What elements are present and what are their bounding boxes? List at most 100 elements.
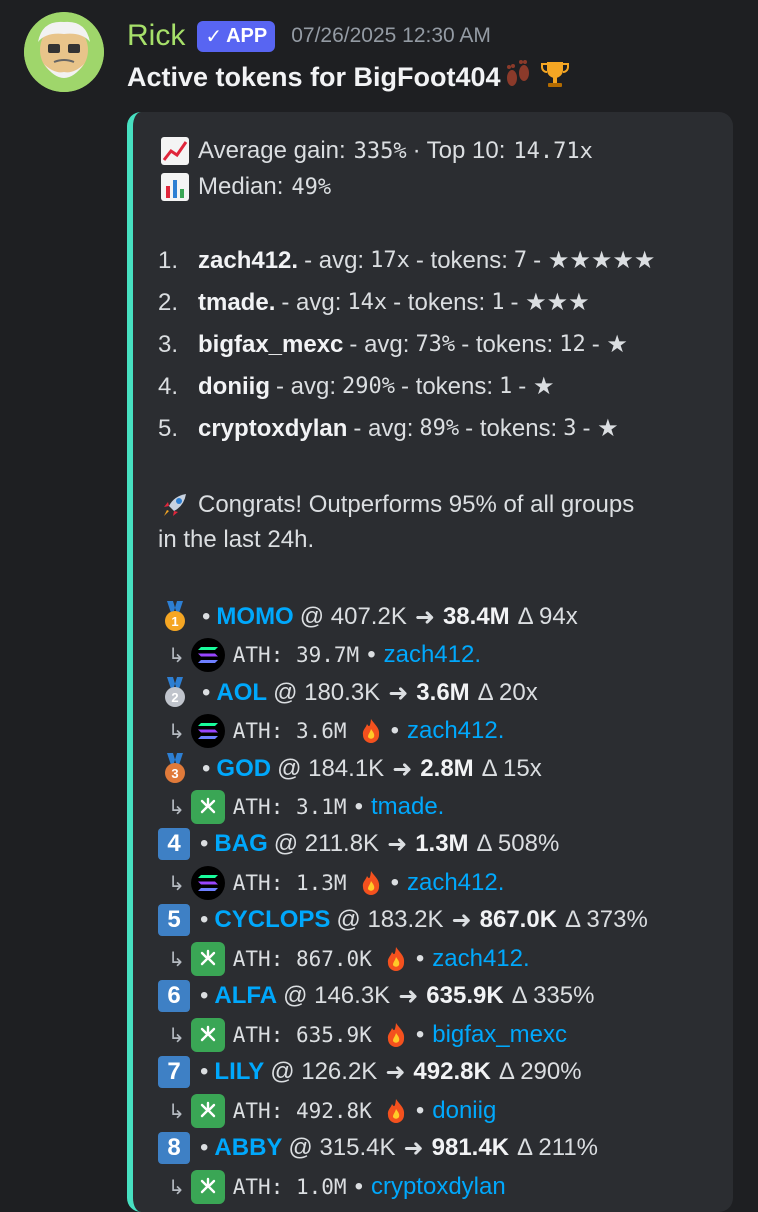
token-entry: @ 211.8K <box>273 830 380 857</box>
token-peak: 38.4M <box>442 603 510 630</box>
token-name-link[interactable]: LILY <box>214 1058 264 1086</box>
token-ath-row: ↳ ATH: 867.0K • zach412. <box>168 942 530 976</box>
token-entry: @ 315.4K <box>288 1134 396 1161</box>
token-name-link[interactable]: MOMO <box>216 603 293 631</box>
caller-link[interactable]: doniig <box>432 1097 496 1125</box>
chain-logo-icon <box>190 1094 225 1128</box>
caller-avg-label: - avg: <box>275 372 337 400</box>
caller-avg-label: - avg: <box>281 288 342 316</box>
arrow-right-icon: ➜ <box>388 679 409 707</box>
token-name-link[interactable]: ABBY <box>214 1134 282 1162</box>
caller-avg-label: - avg: <box>353 414 414 442</box>
bullet: • <box>390 717 399 744</box>
badge-label: APP <box>226 24 268 47</box>
bullet: • <box>200 1058 209 1085</box>
caller-link[interactable]: bigfax_mexc <box>432 1021 567 1049</box>
bot-avatar[interactable] <box>24 12 104 92</box>
caller-name[interactable]: cryptoxdylan <box>198 415 347 443</box>
caller-name[interactable]: tmade. <box>198 289 275 317</box>
caller-link[interactable]: cryptoxdylan <box>371 1173 506 1201</box>
reply-arrow-icon: ↳ <box>168 948 185 971</box>
top10-value: 14.71x <box>513 138 593 164</box>
token-name-link[interactable]: GOD <box>216 755 271 783</box>
caller-stars: - ★★★★★ <box>533 247 656 274</box>
svg-text:2: 2 <box>171 690 178 705</box>
timestamp[interactable]: 07/26/2025 12:30 AM <box>291 24 491 48</box>
token-entry: @ 146.3K <box>283 982 391 1009</box>
gold-medal-icon: 1 <box>158 600 192 634</box>
caller-rank: 5. <box>158 414 179 442</box>
caller-link[interactable]: zach412. <box>432 945 529 973</box>
token-row: 2 • AOL @ 180.3K ➜ 3.6M Δ 20x <box>158 676 538 710</box>
caller-avg: 17x <box>370 248 410 273</box>
token-ath: ATH: 635.9K <box>232 1023 372 1047</box>
token-name-link[interactable]: BAG <box>214 830 267 858</box>
token-entry: @ 407.2K <box>299 603 407 630</box>
fire-icon <box>359 718 383 744</box>
rank-keycap-icon: 7 <box>158 1056 190 1088</box>
caller-link[interactable]: zach412. <box>384 641 481 669</box>
caller-link[interactable]: tmade. <box>371 793 444 821</box>
caller-name[interactable]: zach412. <box>198 247 298 275</box>
token-entry: @ 126.2K <box>270 1058 378 1085</box>
token-row: 6 • ALFA @ 146.3K ➜ 635.9K Δ 335% <box>158 980 594 1012</box>
caller-tokens-label: - tokens: <box>461 330 554 358</box>
caller-name[interactable]: doniig <box>198 373 270 401</box>
bullet: • <box>200 982 209 1009</box>
username[interactable]: Rick <box>127 19 185 53</box>
median-label: Median: <box>198 173 284 200</box>
footprints-icon <box>503 59 533 96</box>
reply-arrow-icon: ↳ <box>168 1100 185 1123</box>
arrow-right-icon: ➜ <box>398 982 419 1010</box>
caller-rank: 1. <box>158 246 179 274</box>
token-ath: ATH: 492.8K <box>232 1099 372 1123</box>
token-gain: Δ 20x <box>477 679 538 706</box>
reply-arrow-icon: ↳ <box>168 720 185 743</box>
token-peak: 635.9K <box>426 982 504 1009</box>
check-icon: ✓ <box>205 25 223 48</box>
solana-chain-icon <box>190 866 225 900</box>
token-gain: Δ 290% <box>498 1058 582 1085</box>
fire-icon <box>384 946 408 972</box>
caller-tokens: 7 <box>513 248 528 273</box>
fire-icon <box>384 1022 408 1048</box>
caller-link[interactable]: zach412. <box>407 717 504 745</box>
bullet: • <box>367 641 376 668</box>
chain-logo-icon <box>190 942 225 976</box>
caller-tokens-label: - tokens: <box>465 414 558 442</box>
token-ath: ATH: 867.0K <box>232 947 372 971</box>
caller-stars: - ★ <box>518 373 555 400</box>
caller-link[interactable]: zach412. <box>407 869 504 897</box>
token-entry: @ 183.2K <box>336 906 444 933</box>
congrats-text: Congrats! Outperforms 95% of all groups <box>198 491 635 518</box>
token-name-link[interactable]: ALFA <box>214 982 277 1010</box>
solana-chain-icon <box>190 638 225 672</box>
token-peak: 2.8M <box>420 755 474 782</box>
token-ath-row: ↳ ATH: 1.3M • zach412. <box>168 866 504 900</box>
reply-arrow-icon: ↳ <box>168 872 185 895</box>
rocket-icon <box>158 488 192 522</box>
token-ath: ATH: 3.6M <box>232 719 347 743</box>
median-value: 49% <box>291 174 332 200</box>
token-peak: 867.0K <box>479 906 558 933</box>
caller-tokens: 1 <box>491 290 505 315</box>
fire-icon <box>359 870 383 896</box>
token-name-link[interactable]: AOL <box>216 679 267 707</box>
bullet: • <box>390 869 399 896</box>
caller-rank: 4. <box>158 372 179 400</box>
caller-name[interactable]: bigfax_mexc <box>198 331 343 359</box>
bullet: • <box>202 755 211 782</box>
token-ath-row: ↳ ATH: 3.1M • tmade. <box>168 790 444 824</box>
token-name-link[interactable]: CYCLOPS <box>214 906 330 934</box>
caller-stars: - ★ <box>591 331 628 358</box>
token-row: 7 • LILY @ 126.2K ➜ 492.8K Δ 290% <box>158 1056 582 1088</box>
caller-row: 4. doniig - avg: 290% - tokens: 1- ★ <box>158 372 554 401</box>
bullet: • <box>415 1097 425 1124</box>
token-ath-row: ↳ ATH: 635.9K • bigfax_mexc <box>168 1018 567 1052</box>
token-ath: ATH: 1.0M <box>232 1175 347 1199</box>
token-ath: ATH: 39.7M <box>232 643 360 667</box>
token-entry: @ 180.3K <box>273 679 381 706</box>
token-peak: 3.6M <box>416 679 470 706</box>
silver-medal-icon: 2 <box>158 676 192 710</box>
congrats-line-2: in the last 24h. <box>158 526 314 554</box>
